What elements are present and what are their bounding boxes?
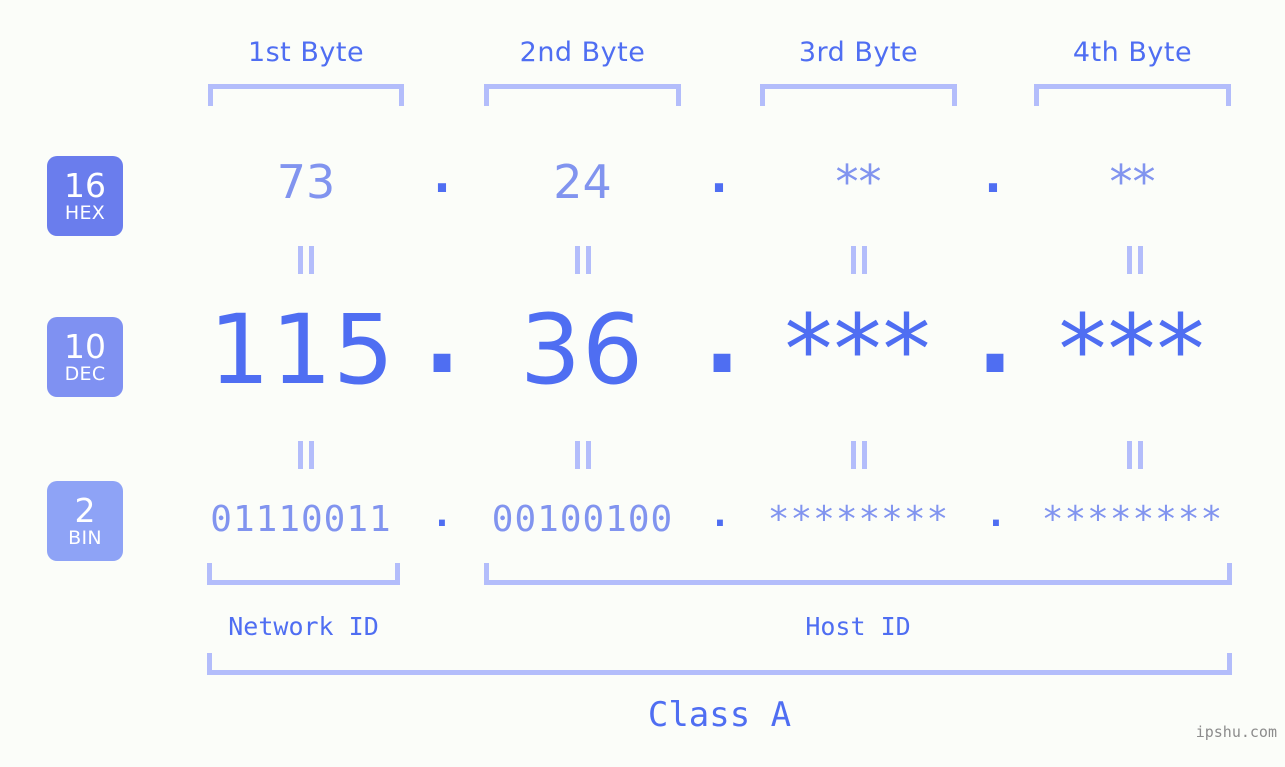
byte-bracket-3 (760, 84, 957, 106)
byte-header-2: 2nd Byte (519, 37, 646, 68)
base-badge-bin-name: BIN (68, 526, 102, 549)
hex-byte-1: 73 (276, 155, 336, 209)
byte-header-1: 1st Byte (247, 37, 365, 68)
bin-byte-2: 00100100 (491, 499, 674, 540)
equals-mark-hex-dec-1 (293, 246, 319, 274)
base-badge-dec-number: 10 (64, 326, 106, 366)
dec-byte-3: *** (784, 294, 932, 406)
equals-mark-dec-bin-1 (293, 441, 319, 469)
equals-mark-dec-bin-3 (846, 441, 872, 469)
bin-byte-3: ******** (767, 499, 950, 540)
equals-mark-hex-dec-4 (1122, 246, 1148, 274)
bin-separator-1: . (431, 494, 453, 535)
network-id-label: Network ID (228, 612, 379, 641)
class-label: Class A (647, 695, 792, 735)
equals-mark-dec-bin-4 (1122, 441, 1148, 469)
equals-mark-hex-dec-2 (570, 246, 596, 274)
dec-byte-4: *** (1058, 294, 1206, 406)
network-id-bracket (207, 563, 400, 585)
base-badge-bin-number: 2 (74, 490, 96, 530)
byte-header-4: 4th Byte (1072, 37, 1193, 68)
dec-separator-1: . (423, 283, 461, 395)
hex-byte-2: 24 (553, 155, 612, 209)
hex-separator-1: . (433, 149, 451, 203)
dec-separator-3: . (976, 283, 1014, 395)
equals-mark-hex-dec-3 (846, 246, 872, 274)
host-id-bracket (484, 563, 1232, 585)
dec-byte-1: 115 (208, 294, 396, 406)
dec-separator-2: . (703, 283, 741, 395)
hex-byte-3: ** (835, 155, 882, 209)
base-badge-dec-name: DEC (64, 362, 106, 385)
bin-byte-1: 01110011 (210, 499, 392, 540)
base-badge-hex-name: HEX (64, 201, 106, 224)
host-id-label: Host ID (805, 612, 911, 641)
hex-separator-3: . (984, 149, 1002, 203)
byte-bracket-1 (208, 84, 404, 106)
byte-header-3: 3rd Byte (798, 37, 919, 68)
base-badge-hex: 16 HEX (47, 156, 123, 236)
class-bracket (207, 653, 1232, 675)
equals-mark-dec-bin-2 (570, 441, 596, 469)
base-badge-bin: 2 BIN (47, 481, 123, 561)
dec-byte-2: 36 (519, 294, 645, 406)
base-badge-dec: 10 DEC (47, 317, 123, 397)
hex-byte-4: ** (1109, 155, 1156, 209)
bin-separator-2: . (709, 494, 731, 535)
bin-separator-3: . (985, 494, 1007, 535)
hex-separator-2: . (710, 149, 728, 203)
site-watermark: ipshu.com (1195, 723, 1277, 741)
bin-byte-4: ******** (1041, 499, 1224, 540)
ip-address-breakdown-diagram: 1st Byte 2nd Byte 3rd Byte 4th Byte 16 H… (0, 0, 1285, 767)
base-badge-hex-number: 16 (64, 165, 106, 205)
byte-bracket-4 (1034, 84, 1231, 106)
byte-bracket-2 (484, 84, 681, 106)
